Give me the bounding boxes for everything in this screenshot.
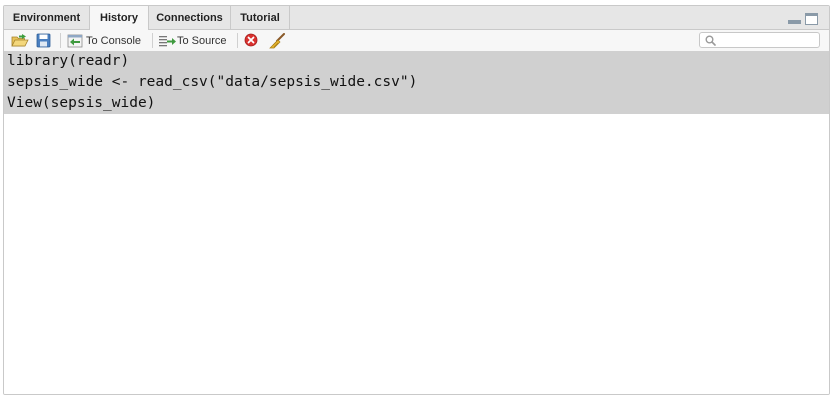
history-toolbar: To Console To Source [4, 30, 829, 52]
minimize-pane-icon[interactable] [788, 14, 801, 24]
toolbar-separator [237, 33, 238, 48]
to-console-button[interactable]: To Console [67, 33, 147, 48]
history-entry[interactable]: View(sepsis_wide) [4, 93, 829, 114]
to-source-label: To Source [177, 35, 227, 47]
tab-tutorial[interactable]: Tutorial [231, 6, 290, 29]
tab-connections[interactable]: Connections [149, 6, 231, 29]
to-source-icon [159, 36, 176, 47]
tab-history[interactable]: History [90, 6, 149, 30]
history-pane: Environment History Connections Tutorial [3, 5, 830, 395]
search-icon [705, 35, 716, 46]
to-source-button[interactable]: To Source [158, 33, 232, 48]
pane-tab-bar: Environment History Connections Tutorial [4, 6, 829, 30]
remove-entries-icon[interactable] [244, 33, 261, 48]
tab-environment[interactable]: Environment [4, 6, 90, 29]
to-console-label: To Console [86, 35, 142, 47]
maximize-pane-icon[interactable] [805, 13, 818, 25]
history-entry[interactable]: library(readr) [4, 51, 829, 72]
broom-clear-all-icon[interactable] [269, 33, 286, 49]
history-entry[interactable]: sepsis_wide <- read_csv("data/sepsis_wid… [4, 72, 829, 93]
history-search-box[interactable] [699, 32, 820, 48]
toolbar-separator [152, 33, 153, 48]
history-list: library(readr) sepsis_wide <- read_csv("… [4, 51, 829, 394]
toolbar-separator [60, 33, 61, 48]
search-input[interactable] [720, 33, 816, 47]
save-history-icon[interactable] [36, 33, 53, 48]
load-history-icon[interactable] [11, 33, 29, 48]
to-console-icon [67, 34, 83, 48]
